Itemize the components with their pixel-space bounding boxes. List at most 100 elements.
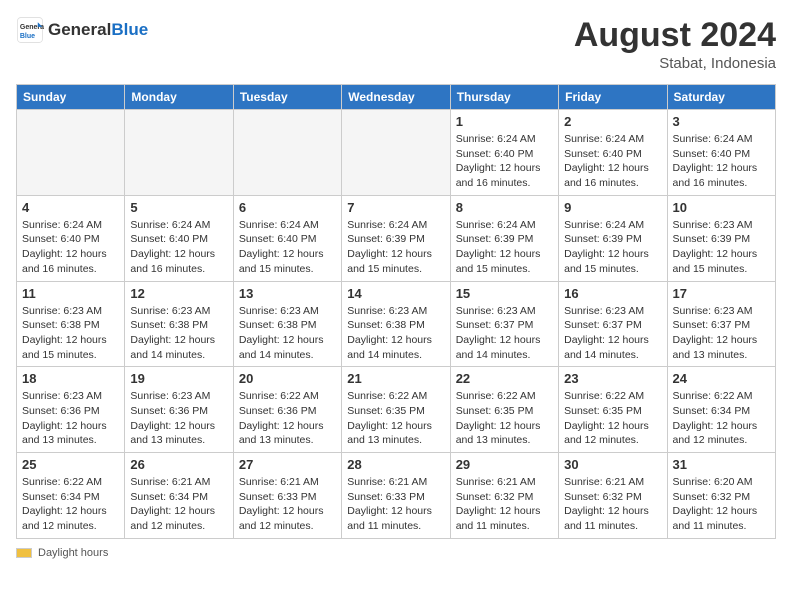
month-year: August 2024 — [574, 16, 776, 55]
table-row: 19 Sunrise: 6:23 AMSunset: 6:36 PMDayligh… — [125, 367, 233, 453]
header-friday: Friday — [559, 85, 667, 110]
calendar-week-row: 1 Sunrise: 6:24 AMSunset: 6:40 PMDaylight… — [17, 110, 776, 196]
day-info: Sunrise: 6:21 AMSunset: 6:32 PMDaylight:… — [456, 475, 553, 534]
calendar-week-row: 11 Sunrise: 6:23 AMSunset: 6:38 PMDayligh… — [17, 281, 776, 367]
day-info: Sunrise: 6:24 AMSunset: 6:40 PMDaylight:… — [456, 132, 553, 191]
day-info: Sunrise: 6:23 AMSunset: 6:36 PMDaylight:… — [130, 389, 227, 448]
day-number: 13 — [239, 286, 336, 301]
day-info: Sunrise: 6:24 AMSunset: 6:40 PMDaylight:… — [673, 132, 770, 191]
day-number: 2 — [564, 114, 661, 129]
day-number: 3 — [673, 114, 770, 129]
day-number: 7 — [347, 200, 444, 215]
table-row: 6Sunrise: 6:24 AMSunset: 6:40 PMDaylight… — [233, 195, 341, 281]
table-row: 1 Sunrise: 6:24 AMSunset: 6:40 PMDaylight… — [450, 110, 558, 196]
table-row: 22 Sunrise: 6:22 AMSunset: 6:35 PMDayligh… — [450, 367, 558, 453]
day-number: 29 — [456, 457, 553, 472]
table-row: 16 Sunrise: 6:23 AMSunset: 6:37 PMDayligh… — [559, 281, 667, 367]
table-row: 8 Sunrise: 6:24 AMSunset: 6:39 PMDaylight… — [450, 195, 558, 281]
table-row: 18 Sunrise: 6:23 AMSunset: 6:36 PMDayligh… — [17, 367, 125, 453]
day-number: 23 — [564, 371, 661, 386]
day-number: 1 — [456, 114, 553, 129]
day-info: Sunrise: 6:23 AMSunset: 6:37 PMDaylight:… — [564, 304, 661, 363]
day-number: 24 — [673, 371, 770, 386]
header-wednesday: Wednesday — [342, 85, 450, 110]
day-number: 27 — [239, 457, 336, 472]
table-row: 11Sunrise: 6:23 AMSunset: 6:38 PMDayligh… — [17, 281, 125, 367]
table-row: 31 Sunrise: 6:20 AMSunset: 6:32 PMDayligh… — [667, 453, 775, 539]
day-number: 15 — [456, 286, 553, 301]
header-tuesday: Tuesday — [233, 85, 341, 110]
table-row: 24 Sunrise: 6:22 AMSunset: 6:34 PMDayligh… — [667, 367, 775, 453]
logo-icon: General Blue — [16, 16, 44, 44]
day-info: Sunrise: 6:23 AMSunset: 6:36 PMDaylight:… — [22, 389, 119, 448]
table-row: 2 Sunrise: 6:24 AMSunset: 6:40 PMDaylight… — [559, 110, 667, 196]
day-info: Sunrise: 6:24 AMSunset: 6:39 PMDaylight:… — [347, 218, 444, 277]
day-info: Sunrise: 6:24 AMSunset: 6:39 PMDaylight:… — [456, 218, 553, 277]
table-row: 21 Sunrise: 6:22 AMSunset: 6:35 PMDayligh… — [342, 367, 450, 453]
day-info: Sunrise: 6:23 AMSunset: 6:37 PMDaylight:… — [456, 304, 553, 363]
day-number: 4 — [22, 200, 119, 215]
day-number: 5 — [130, 200, 227, 215]
day-number: 14 — [347, 286, 444, 301]
day-info: Sunrise: 6:23 AMSunset: 6:39 PMDaylight:… — [673, 218, 770, 277]
table-row: 26 Sunrise: 6:21 AMSunset: 6:34 PMDayligh… — [125, 453, 233, 539]
day-number: 16 — [564, 286, 661, 301]
table-row: 10 Sunrise: 6:23 AMSunset: 6:39 PMDayligh… — [667, 195, 775, 281]
day-number: 31 — [673, 457, 770, 472]
legend-bar — [16, 548, 32, 558]
day-info: Sunrise: 6:23 AMSunset: 6:38 PMDaylight:… — [239, 304, 336, 363]
table-row: 20Sunrise: 6:22 AMSunset: 6:36 PMDayligh… — [233, 367, 341, 453]
legend: Daylight hours — [16, 547, 776, 559]
day-info: Sunrise: 6:22 AMSunset: 6:35 PMDaylight:… — [456, 389, 553, 448]
day-number: 25 — [22, 457, 119, 472]
calendar-week-row: 4 Sunrise: 6:24 AMSunset: 6:40 PMDaylight… — [17, 195, 776, 281]
day-info: Sunrise: 6:23 AMSunset: 6:37 PMDaylight:… — [673, 304, 770, 363]
day-number: 6 — [239, 200, 336, 215]
table-row: 5 Sunrise: 6:24 AMSunset: 6:40 PMDaylight… — [125, 195, 233, 281]
day-number: 20 — [239, 371, 336, 386]
table-row: 17Sunrise: 6:23 AMSunset: 6:37 PMDayligh… — [667, 281, 775, 367]
table-row — [125, 110, 233, 196]
table-row: 9Sunrise: 6:24 AMSunset: 6:39 PMDaylight… — [559, 195, 667, 281]
day-info: Sunrise: 6:20 AMSunset: 6:32 PMDaylight:… — [673, 475, 770, 534]
day-info: Sunrise: 6:21 AMSunset: 6:33 PMDaylight:… — [239, 475, 336, 534]
svg-text:Blue: Blue — [20, 33, 35, 40]
day-number: 11 — [22, 286, 119, 301]
day-info: Sunrise: 6:22 AMSunset: 6:34 PMDaylight:… — [22, 475, 119, 534]
logo: General Blue GeneralBlue — [16, 16, 148, 44]
table-row: 23 Sunrise: 6:22 AMSunset: 6:35 PMDayligh… — [559, 367, 667, 453]
calendar-week-row: 18 Sunrise: 6:23 AMSunset: 6:36 PMDayligh… — [17, 367, 776, 453]
day-number: 10 — [673, 200, 770, 215]
table-row: 13 Sunrise: 6:23 AMSunset: 6:38 PMDayligh… — [233, 281, 341, 367]
day-info: Sunrise: 6:22 AMSunset: 6:34 PMDaylight:… — [673, 389, 770, 448]
day-info: Sunrise: 6:22 AMSunset: 6:35 PMDaylight:… — [347, 389, 444, 448]
day-info: Sunrise: 6:21 AMSunset: 6:34 PMDaylight:… — [130, 475, 227, 534]
header-thursday: Thursday — [450, 85, 558, 110]
table-row: 27 Sunrise: 6:21 AMSunset: 6:33 PMDayligh… — [233, 453, 341, 539]
header-saturday: Saturday — [667, 85, 775, 110]
header-sunday: Sunday — [17, 85, 125, 110]
day-number: 12 — [130, 286, 227, 301]
day-number: 19 — [130, 371, 227, 386]
table-row — [17, 110, 125, 196]
calendar-week-row: 25 Sunrise: 6:22 AMSunset: 6:34 PMDayligh… — [17, 453, 776, 539]
table-row: 15 Sunrise: 6:23 AMSunset: 6:37 PMDayligh… — [450, 281, 558, 367]
day-number: 26 — [130, 457, 227, 472]
legend-label: Daylight hours — [38, 547, 108, 559]
day-number: 30 — [564, 457, 661, 472]
day-info: Sunrise: 6:23 AMSunset: 6:38 PMDaylight:… — [347, 304, 444, 363]
day-info: Sunrise: 6:24 AMSunset: 6:40 PMDaylight:… — [130, 218, 227, 277]
day-info: Sunrise: 6:22 AMSunset: 6:35 PMDaylight:… — [564, 389, 661, 448]
day-info: Sunrise: 6:23 AMSunset: 6:38 PMDaylight:… — [130, 304, 227, 363]
table-row — [342, 110, 450, 196]
table-row: 14 Sunrise: 6:23 AMSunset: 6:38 PMDayligh… — [342, 281, 450, 367]
day-info: Sunrise: 6:21 AMSunset: 6:33 PMDaylight:… — [347, 475, 444, 534]
day-info: Sunrise: 6:24 AMSunset: 6:40 PMDaylight:… — [564, 132, 661, 191]
day-number: 21 — [347, 371, 444, 386]
calendar-table: Sunday Monday Tuesday Wednesday Thursday… — [16, 84, 776, 539]
day-number: 18 — [22, 371, 119, 386]
day-number: 8 — [456, 200, 553, 215]
day-info: Sunrise: 6:24 AMSunset: 6:40 PMDaylight:… — [22, 218, 119, 277]
day-number: 22 — [456, 371, 553, 386]
day-info: Sunrise: 6:21 AMSunset: 6:32 PMDaylight:… — [564, 475, 661, 534]
